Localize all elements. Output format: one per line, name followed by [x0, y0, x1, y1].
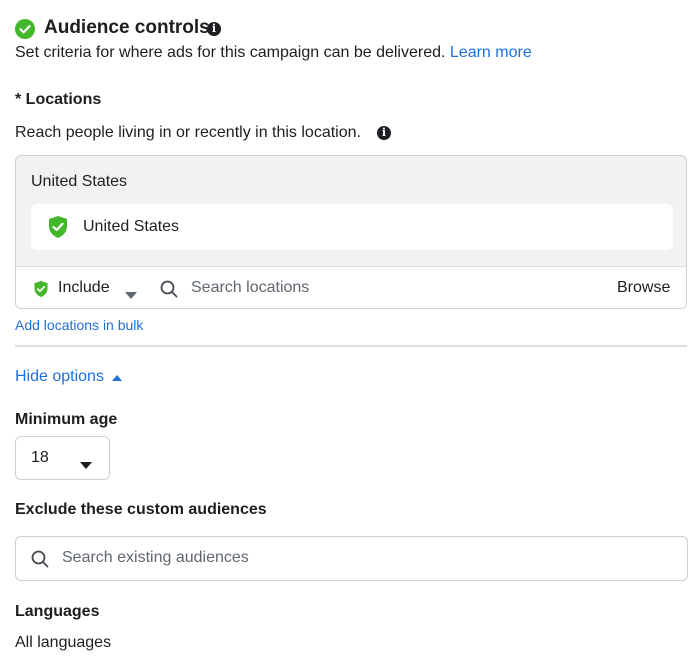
selected-location-label: United States	[83, 218, 180, 235]
learn-more-link[interactable]: Learn more	[450, 44, 532, 61]
locations-box: United States United States Include Sear…	[15, 155, 687, 309]
search-audiences-input[interactable]: Search existing audiences	[62, 549, 249, 567]
browse-button[interactable]: Browse	[617, 279, 670, 297]
check-circle-icon	[15, 19, 35, 39]
hide-options-label: Hide options	[15, 368, 104, 386]
locations-description: Reach people living in or recently in th…	[15, 124, 361, 141]
search-icon	[160, 280, 178, 303]
caret-up-icon	[112, 368, 123, 386]
shield-check-icon	[47, 215, 69, 244]
languages-value[interactable]: All languages	[15, 634, 111, 652]
info-icon[interactable]: i	[207, 22, 221, 36]
locations-label: * Locations	[15, 91, 102, 108]
selected-location-item[interactable]: United States	[31, 204, 673, 250]
chevron-down-icon	[80, 456, 92, 474]
location-group-header: United States	[31, 173, 128, 190]
chevron-down-icon[interactable]	[125, 286, 137, 304]
minimum-age-value: 18	[31, 449, 49, 466]
languages-label: Languages	[15, 603, 100, 620]
location-search-bar: Include Search locations Browse	[16, 266, 686, 308]
divider	[15, 345, 687, 347]
search-audiences-field[interactable]: Search existing audiences	[15, 536, 688, 581]
section-description: Set criteria for where ads for this camp…	[15, 44, 532, 62]
minimum-age-label: Minimum age	[15, 411, 118, 428]
search-icon	[31, 550, 49, 573]
shield-check-icon	[33, 280, 49, 303]
section-title: Audience controls	[44, 17, 210, 38]
subtitle-text: Set criteria for where ads for this camp…	[15, 44, 446, 61]
info-icon[interactable]: i	[377, 126, 391, 140]
search-locations-input[interactable]: Search locations	[191, 279, 309, 297]
hide-options-toggle[interactable]: Hide options	[15, 368, 123, 386]
minimum-age-select[interactable]: 18	[15, 436, 110, 480]
add-locations-bulk-link[interactable]: Add locations in bulk	[15, 317, 143, 333]
include-dropdown-label[interactable]: Include	[58, 279, 110, 297]
exclude-audiences-label: Exclude these custom audiences	[15, 501, 267, 518]
